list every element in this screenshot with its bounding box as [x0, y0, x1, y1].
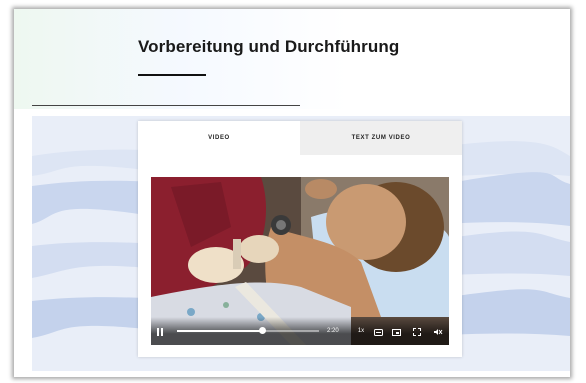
fullscreen-icon[interactable] [411, 327, 422, 337]
video-card: VIDEO TEXT ZUM VIDEO 2:20 1x [138, 121, 462, 357]
video-controls: 2:20 1x [151, 317, 449, 345]
tab-text-zum-video[interactable]: TEXT ZUM VIDEO [300, 121, 462, 155]
video-player[interactable]: 2:20 1x [151, 177, 449, 345]
pause-icon[interactable] [155, 327, 165, 337]
mute-icon[interactable] [433, 327, 444, 337]
tab-bar: VIDEO TEXT ZUM VIDEO [138, 121, 462, 155]
time-display: 2:20 [327, 328, 339, 334]
picture-in-picture-icon[interactable] [391, 327, 402, 337]
title-underline [138, 74, 206, 76]
progress-fill [177, 330, 263, 332]
progress-handle[interactable] [259, 327, 267, 334]
header-background [14, 9, 570, 109]
captions-icon[interactable] [373, 327, 384, 337]
progress-bar[interactable] [177, 327, 319, 334]
section-divider [32, 105, 300, 106]
section-title: Vorbereitung und Durchführung [138, 37, 400, 56]
tab-video[interactable]: VIDEO [138, 121, 300, 155]
page-frame: Vorbereitung und Durchführung VIDEO TEXT… [14, 9, 570, 377]
playback-speed-button[interactable]: 1x [356, 326, 366, 336]
